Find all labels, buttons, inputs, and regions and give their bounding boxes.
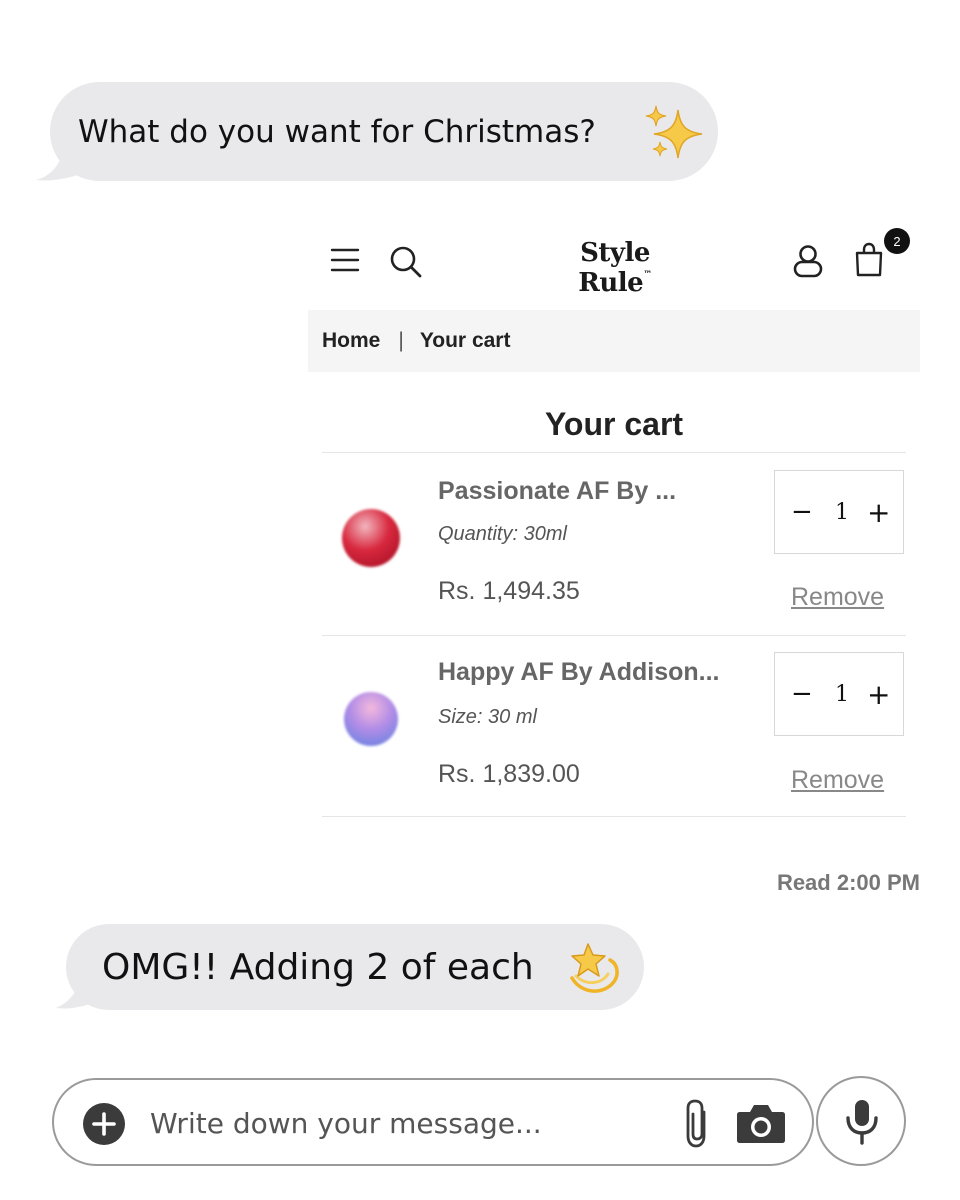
product-price: Rs. 1,494.35: [438, 577, 580, 605]
remove-button[interactable]: Remove: [791, 583, 884, 612]
breadcrumb-separator: |: [398, 329, 404, 352]
product-thumbnail[interactable]: [342, 509, 400, 567]
search-icon[interactable]: [388, 244, 424, 280]
product-name[interactable]: Happy AF By Addison...: [438, 658, 720, 687]
increase-quantity-button[interactable]: +: [867, 678, 890, 711]
product-name[interactable]: Passionate AF By ...: [438, 477, 676, 506]
breadcrumb-current: Your cart: [419, 329, 511, 352]
product-variant: Quantity: 30ml: [438, 523, 567, 545]
quantity-value: 1: [835, 682, 849, 707]
microphone-icon: [846, 1100, 878, 1145]
page-title: Your cart: [544, 406, 684, 442]
message-bubble-received[interactable]: OMG!! Adding 2 of each: [66, 924, 644, 1010]
bag-icon[interactable]: [854, 242, 884, 278]
product-variant: Size: 30 ml: [438, 706, 537, 728]
decrease-quantity-button[interactable]: −: [791, 497, 813, 527]
remove-button[interactable]: Remove: [791, 766, 884, 795]
paperclip-icon[interactable]: [682, 1098, 714, 1150]
quantity-value: 1: [835, 500, 849, 525]
user-icon[interactable]: [792, 244, 824, 278]
message-text: What do you want for Christmas?: [78, 113, 596, 150]
product-price: Rs. 1,839.00: [438, 760, 580, 788]
cart-count-badge: 2: [884, 228, 910, 254]
quantity-stepper: − 1 +: [774, 470, 904, 554]
cart-item: Happy AF By Addison... Size: 30 ml Rs. 1…: [322, 636, 906, 816]
message-input[interactable]: [148, 1102, 672, 1144]
product-thumbnail[interactable]: [344, 692, 398, 746]
breadcrumb: Home | Your cart: [308, 310, 920, 372]
menu-icon[interactable]: [330, 248, 360, 272]
decrease-quantity-button[interactable]: −: [791, 679, 813, 709]
sparkles-emoji-icon: [645, 105, 703, 159]
message-composer: [52, 1078, 814, 1166]
cart-item: Passionate AF By ... Quantity: 30ml Rs. …: [322, 453, 906, 635]
quantity-stepper: − 1 +: [774, 652, 904, 736]
read-receipt: Read 2:00 PM: [776, 870, 920, 895]
message-text: OMG!! Adding 2 of each: [102, 946, 534, 988]
divider: [322, 816, 906, 817]
plus-circle-icon[interactable]: [82, 1102, 126, 1146]
brand-logo[interactable]: Style Rule™: [540, 238, 690, 298]
breadcrumb-home[interactable]: Home: [322, 329, 380, 353]
voice-record-button[interactable]: [816, 1076, 906, 1166]
dizzy-emoji-icon: [570, 943, 619, 993]
increase-quantity-button[interactable]: +: [867, 496, 890, 529]
message-bubble-received[interactable]: What do you want for Christmas?: [50, 82, 718, 181]
store-header: Style Rule™ 2: [308, 220, 920, 300]
camera-icon[interactable]: [736, 1102, 786, 1144]
